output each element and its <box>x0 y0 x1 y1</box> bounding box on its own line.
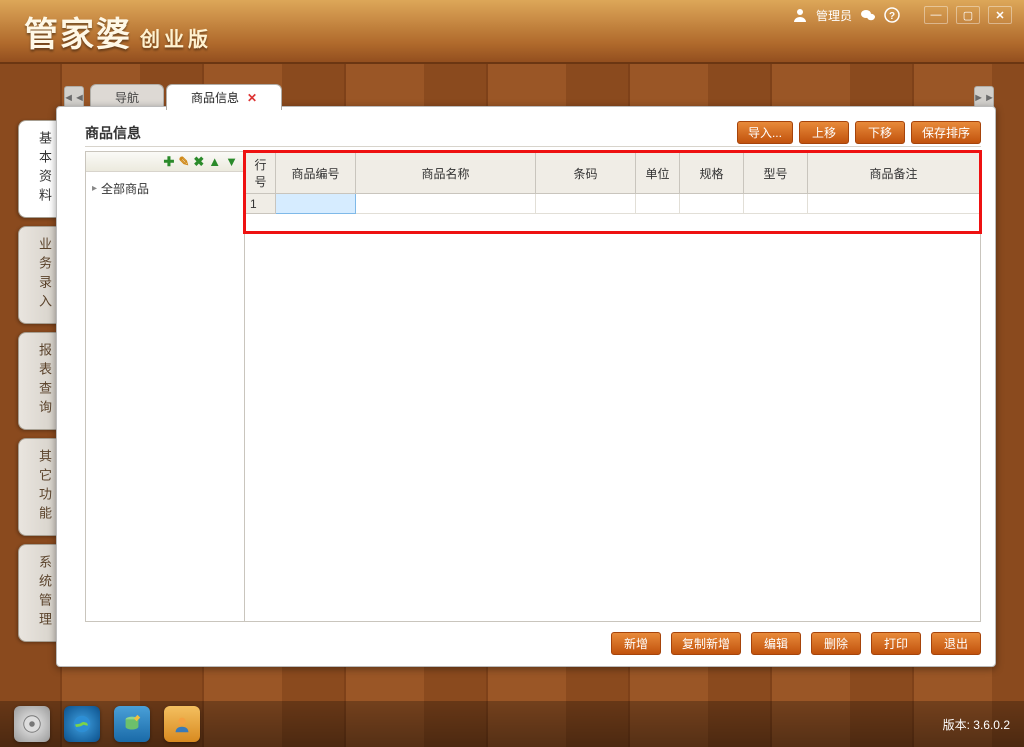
sidetab-reports[interactable]: 报表查询 <box>18 332 58 430</box>
import-button[interactable]: 导入... <box>737 121 793 144</box>
title-bar: 管家婆 创业版 管理员 ? — ▢ ✕ <box>0 0 1024 64</box>
cell-model[interactable] <box>744 194 808 214</box>
sidetab-system[interactable]: 系统管理 <box>18 544 58 642</box>
wechat-icon[interactable] <box>860 7 876 23</box>
titlebar-controls: 管理员 ? — ▢ ✕ <box>792 6 1012 24</box>
taskicon-user[interactable] <box>164 706 200 742</box>
tab-product-info-label: 商品信息 <box>191 89 239 106</box>
col-rownum[interactable]: 行号 <box>246 153 276 194</box>
tree-delete-icon[interactable]: ✖ <box>193 154 204 170</box>
tree-root-node[interactable]: ▸ 全部商品 <box>90 178 240 199</box>
app-name: 管家婆 <box>24 7 132 56</box>
product-grid[interactable]: 行号 商品编号 商品名称 条码 单位 规格 型号 商品备注 1 <box>245 152 980 214</box>
cell-code[interactable] <box>276 194 356 214</box>
sidetab-other[interactable]: 其它功能 <box>18 438 58 536</box>
taskbar: 版本: 3.6.0.2 <box>0 701 1024 747</box>
col-unit[interactable]: 单位 <box>636 153 680 194</box>
tree-root-label: 全部商品 <box>101 180 149 197</box>
cell-barcode[interactable] <box>536 194 636 214</box>
sidetab-business-entry[interactable]: 业务录入 <box>18 226 58 324</box>
version-label: 版本: 3.6.0.2 <box>943 716 1010 733</box>
move-down-button[interactable]: 下移 <box>855 121 905 144</box>
panel-header: 商品信息 导入... 上移 下移 保存排序 <box>85 119 981 147</box>
tree-down-icon[interactable]: ▼ <box>225 154 238 169</box>
panel-footer: 新增 复制新增 编辑 删除 打印 退出 <box>85 622 981 656</box>
main-panel: 商品信息 导入... 上移 下移 保存排序 ✚ ✎ ✖ ▲ ▼ ▸ 全部商品 <box>56 106 996 667</box>
col-barcode[interactable]: 条码 <box>536 153 636 194</box>
tree-add-icon[interactable]: ✚ <box>164 154 175 170</box>
sidetab-basic-data[interactable]: 基本资料 <box>18 120 58 218</box>
grid-pane: 行号 商品编号 商品名称 条码 单位 规格 型号 商品备注 1 <box>245 151 981 622</box>
exit-button[interactable]: 退出 <box>931 632 981 655</box>
minimize-button[interactable]: — <box>924 6 948 24</box>
header-buttons: 导入... 上移 下移 保存排序 <box>737 121 981 144</box>
app-logo: 管家婆 创业版 <box>24 7 212 56</box>
app-edition: 创业版 <box>140 23 212 52</box>
col-code[interactable]: 商品编号 <box>276 153 356 194</box>
cell-spec[interactable] <box>680 194 744 214</box>
category-tree[interactable]: ▸ 全部商品 <box>86 172 244 621</box>
add-button[interactable]: 新增 <box>611 632 661 655</box>
taskicon-settings[interactable] <box>14 706 50 742</box>
panel-title: 商品信息 <box>85 123 141 143</box>
tree-pane: ✚ ✎ ✖ ▲ ▼ ▸ 全部商品 <box>85 151 245 622</box>
col-spec[interactable]: 规格 <box>680 153 744 194</box>
tab-close-icon[interactable]: ✕ <box>247 91 257 105</box>
cell-name[interactable] <box>356 194 536 214</box>
cell-remark[interactable] <box>808 194 980 214</box>
print-button[interactable]: 打印 <box>871 632 921 655</box>
taskicon-database[interactable] <box>114 706 150 742</box>
grid-row[interactable]: 1 <box>246 194 980 214</box>
tree-up-icon[interactable]: ▲ <box>208 154 221 169</box>
tree-toolbar: ✚ ✎ ✖ ▲ ▼ <box>86 152 244 172</box>
grid-header-row: 行号 商品编号 商品名称 条码 单位 规格 型号 商品备注 <box>246 153 980 194</box>
tab-nav-label: 导航 <box>115 89 139 106</box>
user-icon[interactable] <box>792 7 808 23</box>
cell-rownum[interactable]: 1 <box>246 194 276 214</box>
tab-product-info[interactable]: 商品信息 ✕ <box>166 84 282 110</box>
panel-body: ✚ ✎ ✖ ▲ ▼ ▸ 全部商品 行号 商品编号 商品名 <box>85 151 981 622</box>
cell-unit[interactable] <box>636 194 680 214</box>
save-sort-button[interactable]: 保存排序 <box>911 121 981 144</box>
maximize-button[interactable]: ▢ <box>956 6 980 24</box>
svg-text:?: ? <box>889 11 895 22</box>
close-button[interactable]: ✕ <box>988 6 1012 24</box>
side-tabs: 基本资料 业务录入 报表查询 其它功能 系统管理 <box>18 120 58 642</box>
taskicon-globe[interactable] <box>64 706 100 742</box>
copy-add-button[interactable]: 复制新增 <box>671 632 741 655</box>
delete-button[interactable]: 删除 <box>811 632 861 655</box>
col-remark[interactable]: 商品备注 <box>808 153 980 194</box>
user-label[interactable]: 管理员 <box>816 7 852 24</box>
col-model[interactable]: 型号 <box>744 153 808 194</box>
move-up-button[interactable]: 上移 <box>799 121 849 144</box>
tree-edit-icon[interactable]: ✎ <box>178 154 189 170</box>
col-name[interactable]: 商品名称 <box>356 153 536 194</box>
help-icon[interactable]: ? <box>884 7 900 23</box>
edit-button[interactable]: 编辑 <box>751 632 801 655</box>
expand-icon[interactable]: ▸ <box>92 183 97 194</box>
